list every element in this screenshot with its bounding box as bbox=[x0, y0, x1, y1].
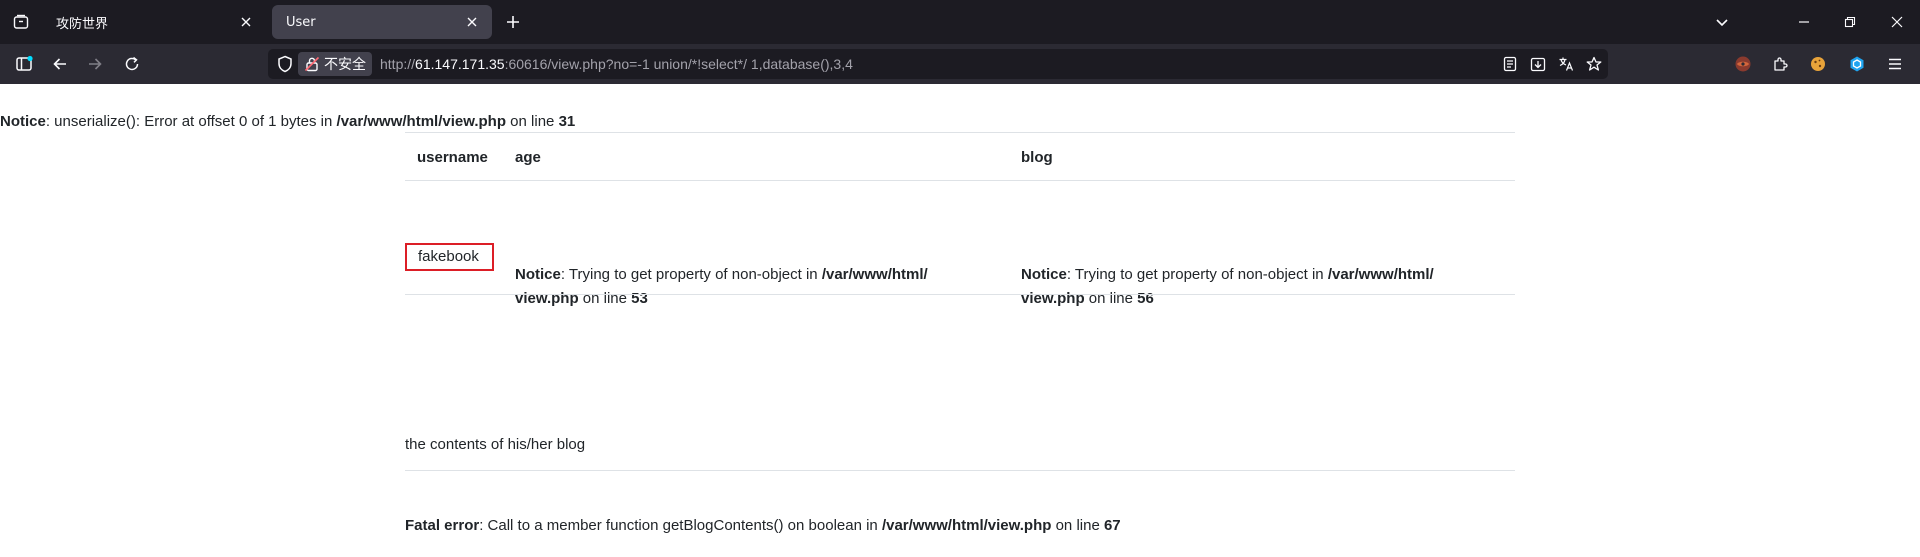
minimize-icon bbox=[1799, 21, 1809, 23]
url-host: 61.147.171.35 bbox=[415, 56, 505, 72]
not-secure-label: 不安全 bbox=[324, 57, 366, 73]
hexagon-extension-button[interactable] bbox=[1846, 53, 1868, 75]
close-icon bbox=[467, 17, 477, 27]
notice-path: /var/www/html/ bbox=[1327, 266, 1434, 283]
chevron-down-icon bbox=[1716, 19, 1728, 27]
age-cell-notice: Notice: Trying to get property of non-ob… bbox=[515, 263, 975, 311]
minimize-button[interactable] bbox=[1792, 10, 1816, 34]
cookie-extension-button[interactable] bbox=[1807, 53, 1829, 75]
header-blog: blog bbox=[1021, 149, 1053, 166]
fatal-error-line-number: 67 bbox=[1103, 517, 1121, 534]
tab-close-button[interactable] bbox=[238, 14, 254, 30]
tab-list-button[interactable] bbox=[8, 9, 34, 35]
translate-icon bbox=[1559, 57, 1574, 71]
cookie-icon bbox=[1811, 57, 1825, 71]
back-arrow-icon bbox=[53, 58, 66, 70]
reader-view-icon bbox=[1503, 56, 1517, 72]
table-bottom-divider bbox=[405, 294, 1515, 295]
tab-close-button[interactable] bbox=[464, 14, 480, 30]
notice-path: view.php bbox=[1021, 290, 1085, 307]
hamburger-menu-icon bbox=[1889, 58, 1901, 70]
bookmark-star-button[interactable] bbox=[1584, 54, 1604, 74]
tracking-protection-shield-icon[interactable] bbox=[276, 55, 294, 73]
notice-line-number: 53 bbox=[631, 290, 648, 307]
tab-label: User bbox=[286, 14, 316, 30]
hexagon-cube-icon bbox=[1850, 56, 1864, 72]
page-content: Notice: unserialize(): Error at offset 0… bbox=[0, 84, 1920, 557]
fatal-error-text: : Call to a member function getBlogConte… bbox=[479, 517, 882, 534]
blog-cell-notice: Notice: Trying to get property of non-ob… bbox=[1021, 263, 1481, 311]
close-window-button[interactable] bbox=[1885, 10, 1909, 34]
notice-path: view.php bbox=[515, 290, 579, 307]
notice-line-number: 31 bbox=[558, 113, 576, 130]
new-tab-button[interactable] bbox=[502, 11, 524, 33]
notice-on-line: on line bbox=[506, 113, 559, 130]
tab-user[interactable]: User bbox=[272, 5, 492, 39]
puzzle-piece-icon bbox=[1774, 57, 1788, 71]
php-fatal-error: Fatal error: Call to a member function g… bbox=[405, 517, 1121, 534]
reader-view-button[interactable] bbox=[1500, 54, 1520, 74]
fatal-error-path: /var/www/html/view.php bbox=[881, 517, 1052, 534]
header-age: age bbox=[515, 149, 541, 166]
url-prefix: http:// bbox=[380, 56, 416, 72]
forward-arrow-icon bbox=[89, 58, 102, 70]
notice-text: : Trying to get property of non-object i… bbox=[1066, 266, 1328, 283]
connection-not-secure-badge[interactable]: 不安全 bbox=[298, 52, 372, 76]
extension-button[interactable] bbox=[1732, 53, 1754, 75]
table-top-divider bbox=[405, 132, 1515, 133]
close-icon bbox=[241, 17, 251, 27]
extension-avatar-icon bbox=[1735, 56, 1751, 72]
fatal-error-on-line: on line bbox=[1051, 517, 1104, 534]
reload-icon bbox=[125, 56, 139, 71]
notice-text: : Trying to get property of non-object i… bbox=[560, 266, 822, 283]
notice-label: Notice bbox=[1021, 266, 1067, 283]
reload-button[interactable] bbox=[120, 52, 144, 76]
download-icon bbox=[1530, 57, 1546, 72]
star-icon bbox=[1586, 56, 1602, 71]
notice-line-number: 56 bbox=[1137, 290, 1154, 307]
restore-button[interactable] bbox=[1838, 10, 1862, 34]
app-menu-button[interactable] bbox=[1884, 53, 1906, 75]
sidebar-icon bbox=[16, 55, 33, 71]
insecure-lock-icon bbox=[304, 56, 320, 72]
forward-button[interactable] bbox=[83, 52, 107, 76]
extensions-menu-button[interactable] bbox=[1769, 53, 1791, 75]
translate-button[interactable] bbox=[1556, 54, 1576, 74]
url-path: :60616/view.php?no=-1 union/*!select*/ 1… bbox=[504, 56, 853, 72]
header-username: username bbox=[417, 149, 488, 166]
tab-label: 攻防世界 bbox=[56, 16, 109, 32]
download-page-button[interactable] bbox=[1528, 54, 1548, 74]
blog-contents-text: the contents of his/her blog bbox=[405, 436, 586, 453]
url-text[interactable]: http://61.147.171.35:60616/view.php?no=-… bbox=[380, 56, 853, 72]
username-cell: fakebook bbox=[405, 243, 494, 271]
plus-icon bbox=[507, 16, 519, 28]
address-bar[interactable]: 不安全 http://61.147.171.35:60616/view.php?… bbox=[268, 49, 1608, 79]
restore-icon bbox=[1844, 16, 1856, 28]
notice-text: : unserialize(): Error at offset 0 of 1 … bbox=[45, 113, 337, 130]
fatal-error-label: Fatal error bbox=[405, 517, 480, 534]
php-notice-unserialize: Notice: unserialize(): Error at offset 0… bbox=[0, 113, 575, 130]
notice-on-line: on line bbox=[1084, 290, 1138, 307]
notice-label: Notice bbox=[515, 266, 561, 283]
close-icon bbox=[1891, 16, 1903, 28]
back-button[interactable] bbox=[48, 52, 72, 76]
table-header-divider bbox=[405, 180, 1515, 181]
notice-path: /var/www/html/ bbox=[821, 266, 928, 283]
navigation-toolbar: 不安全 http://61.147.171.35:60616/view.php?… bbox=[0, 44, 1920, 84]
tab-list-icon bbox=[13, 14, 29, 29]
notice-on-line: on line bbox=[578, 290, 632, 307]
notice-label: Notice bbox=[0, 113, 46, 130]
username-value: fakebook bbox=[418, 248, 479, 265]
tab-bar: 攻防世界 User bbox=[0, 0, 1920, 44]
sidebar-button[interactable] bbox=[12, 52, 36, 76]
list-all-tabs-button[interactable] bbox=[1710, 10, 1734, 34]
tab-gongfang[interactable]: 攻防世界 bbox=[42, 5, 266, 39]
notice-path: /var/www/html/view.php bbox=[336, 113, 507, 130]
blog-divider bbox=[405, 470, 1515, 471]
